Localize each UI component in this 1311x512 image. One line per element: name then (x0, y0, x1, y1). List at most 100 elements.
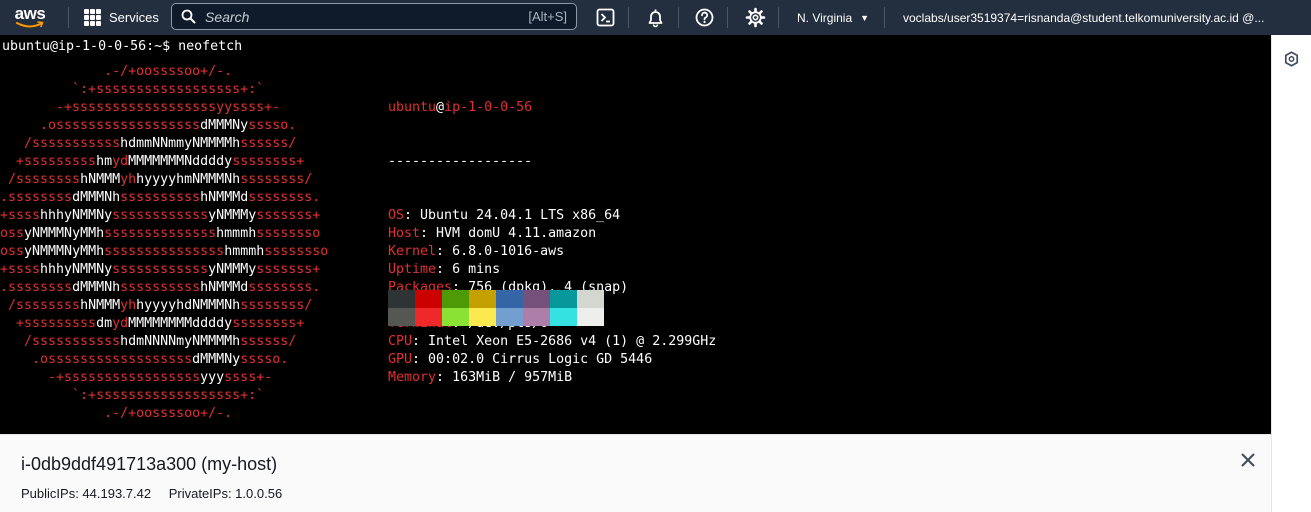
ascii-segment: hyyyyhmNMMMNh (136, 172, 241, 187)
nav-divider (778, 7, 779, 28)
ascii-segment: ssss+- (224, 370, 273, 385)
info-row: Uptime: 6 mins (388, 262, 501, 277)
info-row: GPU: 00:02.0 Cirrus Logic GD 5446 (388, 352, 653, 367)
ascii-segment: dMMMNh (72, 280, 121, 295)
terminal-prompt-line: ubuntu@ip-1-0-0-56:~$ neofetch (2, 39, 243, 54)
ascii-segment: ssssssssssss (112, 262, 209, 277)
info-value: Ubuntu 24.04.1 LTS x86_64 (420, 208, 621, 223)
ascii-segment: hhhyNMMNy (40, 208, 113, 223)
ascii-segment: ssssss/ (240, 136, 297, 151)
ascii-line: /sssssssshNMMMyhhyyyyhdNMMMNhssssssss/ (0, 297, 328, 315)
ascii-segment: hNMMM (80, 298, 121, 313)
palette-swatch (415, 290, 442, 308)
ascii-segment: ssssss/ (240, 334, 297, 349)
info-row: Kernel: 6.8.0-1016-aws (388, 244, 565, 259)
ascii-segment: ssssssssssss (112, 208, 209, 223)
ascii-segment: yNMMMy (208, 208, 257, 223)
ascii-line: +sssshhhyNMMNyssssssssssssyNMMMysssssss+ (0, 261, 328, 279)
ascii-segment: hNMMM (80, 172, 121, 187)
info-value: 6.8.0-1016-aws (452, 244, 565, 259)
info-value: 163MiB / 957MiB (452, 370, 573, 385)
ascii-segment: .ssssssss (0, 190, 73, 205)
gear-icon (745, 7, 766, 28)
close-icon[interactable] (1239, 451, 1257, 469)
ascii-segment: yh (120, 172, 137, 187)
ascii-segment: -+ssssssssssssssssssyyssss+- (0, 100, 281, 115)
ascii-segment: MMMMMMMNddddy (128, 154, 233, 169)
account-menu[interactable]: voclabs/user3519374=risnanda@student.tel… (903, 0, 1264, 35)
ascii-segment: hyyyyhdNMMMNh (136, 298, 241, 313)
ascii-line: /ssssssssssshdmNNNNmyNMMMMhssssss/ (0, 333, 328, 351)
ascii-line: .ossssssssssssssssssdMMMNysssso. (0, 117, 328, 135)
notifications-button[interactable] (645, 7, 666, 28)
ascii-segment: .-/+oossssoo+/-. (0, 64, 233, 79)
ascii-line: +sssshhhyNMMNyssssssssssssyNMMMysssssss+ (0, 207, 328, 225)
ascii-segment: oss (0, 244, 25, 259)
info-label: CPU (388, 334, 413, 349)
cloudshell-button[interactable] (595, 7, 616, 28)
ascii-line: /ssssssssssshdmmNNmmyNMMMMhssssss/ (0, 135, 328, 153)
ascii-segment: +ssss (0, 208, 41, 223)
ascii-segment: +ssss (0, 262, 41, 277)
services-label: Services (109, 10, 159, 25)
ascii-segment: ssssssssss (120, 280, 201, 295)
ascii-segment: yd (112, 154, 129, 169)
neofetch-ascii-logo: .-/+oossssoo+/-. `:+ssssssssssssssssss+:… (0, 63, 328, 423)
aws-logo[interactable]: aws (10, 3, 50, 32)
ascii-line: .ossssssssssssssssssdMMMNysssso. (0, 351, 328, 369)
instance-ip-addresses: PublicIPs: 44.193.7.42 PrivateIPs: 1.0.0… (21, 486, 282, 501)
services-menu-button[interactable]: Services (84, 0, 159, 35)
palette-swatch (577, 290, 604, 308)
settings-button[interactable] (745, 7, 766, 28)
info-label: OS (388, 208, 405, 223)
palette-swatch (442, 308, 469, 326)
hexagon-icon[interactable] (1284, 51, 1299, 67)
ascii-segment: .ossssssssssssssssss (0, 118, 201, 133)
search-input[interactable] (205, 7, 505, 26)
ascii-segment: ssssssssss (120, 190, 201, 205)
grid-icon (84, 9, 101, 26)
ascii-segment: dMMMNh (72, 190, 121, 205)
palette-swatch (523, 308, 550, 326)
ascii-segment: MMMMMMMMddddy (128, 316, 233, 331)
ascii-segment: oss (0, 226, 25, 241)
terminal-window[interactable]: ubuntu@ip-1-0-0-56:~$ neofetch .-/+oosss… (0, 35, 1271, 434)
account-label: voclabs/user3519374=risnanda@student.tel… (903, 10, 1265, 25)
ascii-segment: .ossssssssssssssssss (0, 352, 193, 367)
ascii-segment: +sssssssss (0, 316, 97, 331)
ascii-segment: dMMMNy (200, 118, 249, 133)
ascii-segment: .-/+oossssoo+/-. (0, 406, 233, 421)
search-box[interactable]: [Alt+S] (171, 3, 577, 30)
ascii-segment: ssssssssssssss (104, 226, 217, 241)
aws-smile-icon (16, 21, 44, 28)
nav-divider (727, 7, 728, 28)
ascii-segment: hm (96, 154, 113, 169)
ascii-line: -+sssssssssssssssssyyyssss+- (0, 369, 328, 387)
info-row: Host: HVM domU 4.11.amazon (388, 226, 597, 241)
ascii-segment: yNMMMNyMMh (24, 226, 105, 241)
ascii-segment: `:+ssssssssssssssssss+:` (0, 388, 265, 403)
region-selector[interactable]: N. Virginia ▼ (797, 0, 869, 35)
ascii-segment: /sssssssssss (0, 136, 121, 151)
palette-swatch (550, 290, 577, 308)
palette-swatch (388, 308, 415, 326)
palette-swatch (577, 308, 604, 326)
user-host-line: ubuntu@ip-1-0-0-56 (388, 100, 533, 115)
public-ips: PublicIPs: 44.193.7.42 (21, 486, 152, 501)
ascii-segment: yh (120, 298, 137, 313)
ascii-line: .ssssssssdMMMNhsssssssssshNMMMdssssssss. (0, 279, 328, 297)
info-divider: ------------------ (388, 154, 533, 169)
info-value: 6 mins (452, 262, 501, 277)
caret-down-icon: ▼ (860, 12, 870, 23)
neofetch-info: ubuntu@ip-1-0-0-56 ------------------ OS… (388, 63, 716, 423)
ascii-segment: yNMMMNyMMh (24, 244, 105, 259)
info-label: Memory (388, 370, 437, 385)
ascii-line: .-/+oossssoo+/-. (0, 63, 328, 81)
info-label: Host (388, 226, 421, 241)
color-palette (388, 290, 604, 326)
ascii-segment: hhhyNMMNy (40, 262, 113, 277)
ascii-line: .ssssssssdMMMNhsssssssssshNMMMdssssssss. (0, 189, 328, 207)
info-value: 00:02.0 Cirrus Logic GD 5446 (428, 352, 653, 367)
help-button[interactable] (694, 7, 715, 28)
ascii-segment: /ssssssss (0, 298, 81, 313)
